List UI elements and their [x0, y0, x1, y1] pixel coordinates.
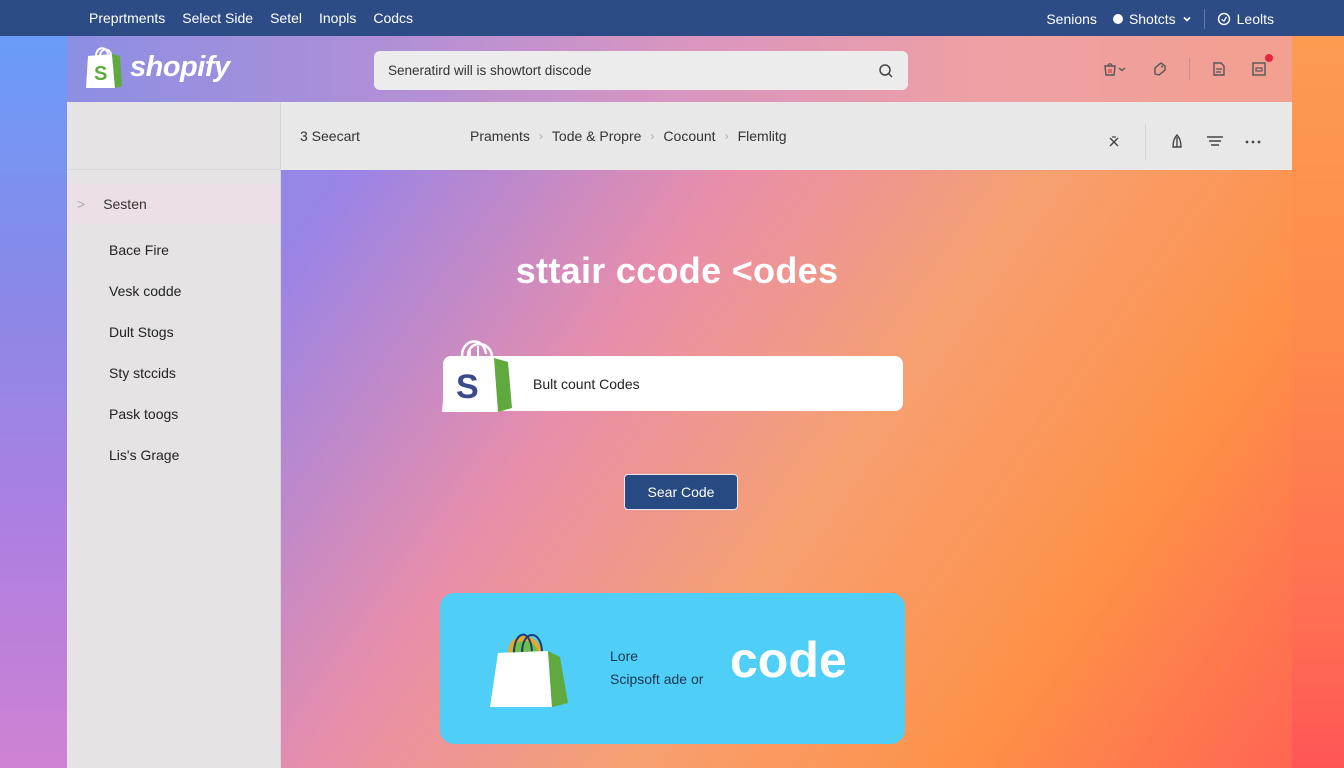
- looks-link[interactable]: Leolts: [1217, 11, 1274, 27]
- breadcrumb-item[interactable]: Flemlitg: [738, 128, 787, 144]
- header-actions: [1097, 54, 1273, 80]
- toolbar: 3 Seecart Praments › Tode & Propre › Coc…: [281, 102, 1292, 170]
- inbox-button[interactable]: [1248, 54, 1273, 80]
- cart-button[interactable]: [1097, 58, 1131, 80]
- breadcrumb-separator-icon: ›: [650, 129, 655, 143]
- app-window: S shopify Seneratird will is showtort di…: [67, 36, 1292, 768]
- tag-icon: [1154, 62, 1166, 76]
- notification-badge: [1265, 54, 1273, 62]
- refresh-icon: [1217, 12, 1230, 26]
- chevron-down-icon: [1183, 16, 1191, 22]
- shopping-bag-icon: [490, 633, 568, 707]
- pin-icon: [1172, 134, 1182, 148]
- svg-text:S: S: [456, 368, 479, 406]
- filter-icon: [1207, 136, 1223, 146]
- search-code-button[interactable]: Sear Code: [624, 474, 738, 510]
- menu-item[interactable]: Select Side: [182, 10, 253, 26]
- background-edge-left: [0, 36, 67, 768]
- menu-item[interactable]: Preprtments: [89, 10, 165, 26]
- svg-text:S: S: [94, 63, 107, 85]
- inbox-icon: [1252, 62, 1266, 76]
- shopify-bag-icon: S: [442, 340, 512, 412]
- sidebar-item[interactable]: Vesk codde: [67, 271, 280, 312]
- logo-text: shopify: [130, 50, 230, 83]
- sidebar-item[interactable]: Pask toogs: [67, 394, 280, 435]
- cart-count: 3 Seecart: [300, 128, 360, 144]
- notes-button[interactable]: [1208, 58, 1230, 80]
- menu-item[interactable]: Inopls: [319, 10, 356, 26]
- shortcuts-label: Shotcts: [1128, 11, 1176, 27]
- divider: [1145, 124, 1146, 160]
- sidebar-item[interactable]: Sty stccids: [67, 353, 280, 394]
- breadcrumb-item[interactable]: Tode & Propre: [552, 128, 642, 144]
- divider: [1203, 9, 1205, 29]
- status-dot-icon: [1112, 14, 1123, 24]
- sidebar-item-active[interactable]: > Sesten: [67, 184, 280, 224]
- breadcrumb: Praments › Tode & Propre › Cocount › Fle…: [470, 128, 787, 144]
- main-content: sttair ccode <odes Bult count Codes S Se…: [282, 170, 1292, 768]
- close-button[interactable]: [1103, 131, 1125, 153]
- sidebar: > Sesten Bace Fire Vesk codde Dult Stogs…: [67, 102, 281, 768]
- chevron-down-icon: [1118, 67, 1126, 72]
- sidebar-item-label: Sesten: [103, 196, 147, 212]
- sidebar-item[interactable]: Dult Stogs: [67, 312, 280, 353]
- page-title: sttair ccode <odes: [515, 250, 839, 291]
- breadcrumb-item[interactable]: Cocount: [663, 128, 715, 144]
- sessions-link[interactable]: Senions: [1046, 11, 1097, 27]
- chevron-right-icon: >: [77, 196, 86, 212]
- divider: [1189, 58, 1190, 80]
- breadcrumb-separator-icon: ›: [538, 129, 543, 143]
- toolbar-actions: [1103, 124, 1264, 160]
- app-header: S shopify Seneratird will is showtort di…: [67, 36, 1292, 102]
- search-icon[interactable]: [878, 63, 894, 79]
- shortcuts-dropdown[interactable]: Shotcts: [1112, 11, 1192, 27]
- menu-item[interactable]: Setel: [270, 10, 302, 26]
- top-menu-bar: Preprtments Select Side Setel Inopls Cod…: [0, 0, 1344, 36]
- sidebar-list: Bace Fire Vesk codde Dult Stogs Sty stcc…: [67, 230, 280, 476]
- notes-icon: [1213, 62, 1225, 76]
- sidebar-item[interactable]: Bace Fire: [67, 230, 280, 271]
- sessions-label: Senions: [1046, 11, 1097, 27]
- more-icon: [1245, 140, 1261, 144]
- filter-button[interactable]: [1204, 131, 1226, 153]
- pin-button[interactable]: [1166, 131, 1188, 153]
- promo-line-2: Scipsoft ade or: [610, 671, 704, 687]
- close-icon: [1109, 136, 1119, 147]
- code-input-value: Bult count Codes: [533, 375, 640, 392]
- promo-text: Lore Scipsoft ade or: [610, 645, 703, 691]
- search-input[interactable]: Seneratird will is showtort discode: [374, 51, 908, 90]
- more-button[interactable]: [1242, 131, 1264, 153]
- search-input-value: Seneratird will is showtort discode: [388, 63, 592, 78]
- sidebar-header: [67, 102, 280, 170]
- menu-item[interactable]: Codcs: [373, 10, 413, 26]
- promo-line-1: Lore: [610, 648, 639, 664]
- top-menu: Preprtments Select Side Setel Inopls Cod…: [89, 10, 413, 26]
- sidebar-item[interactable]: Lis's Grage: [67, 435, 280, 476]
- background-edge-right: [1292, 36, 1344, 768]
- shopify-bag-icon: S: [86, 47, 122, 88]
- breadcrumb-separator-icon: ›: [724, 129, 729, 143]
- tag-button[interactable]: [1149, 58, 1171, 80]
- breadcrumb-item[interactable]: Praments: [470, 128, 530, 144]
- top-right-menu: Senions Shotcts Leolts: [1046, 9, 1274, 29]
- looks-label: Leolts: [1236, 11, 1274, 27]
- cart-icon: [1104, 63, 1116, 76]
- promo-card[interactable]: Lore Scipsoft ade or code: [440, 593, 905, 744]
- promo-code-label: code: [730, 632, 847, 688]
- shopify-logo[interactable]: S shopify: [84, 44, 230, 90]
